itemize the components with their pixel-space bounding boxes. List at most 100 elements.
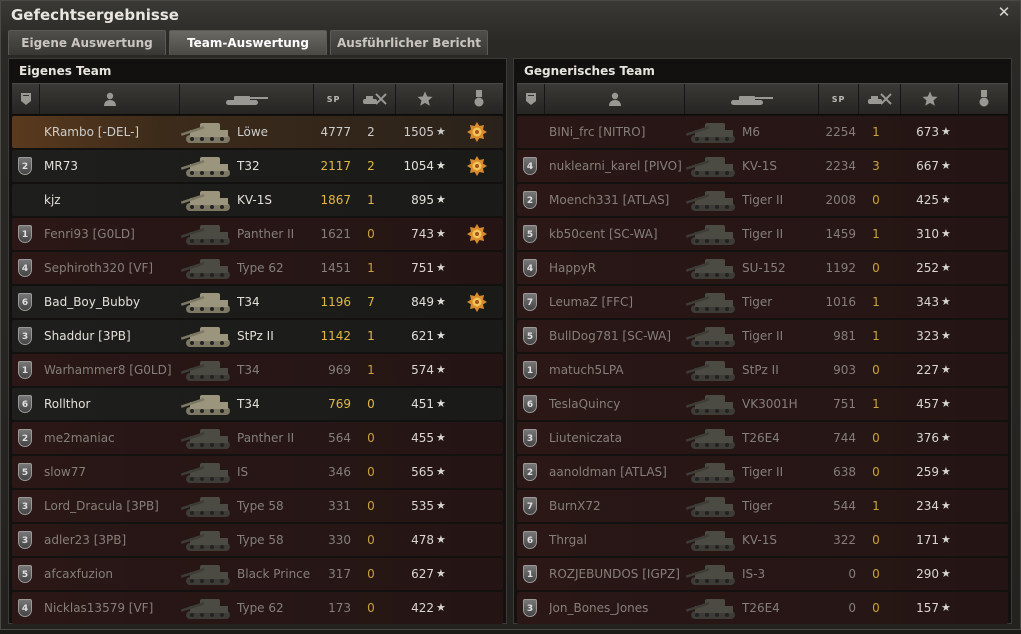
- damage-value: 234: [916, 499, 939, 513]
- squad-column-header[interactable]: [517, 84, 545, 114]
- star-icon: ★: [941, 193, 951, 206]
- squad-badge: 3: [18, 531, 32, 549]
- player-row[interactable]: 6 Thrgal KV-1S 322 0 171 ★: [517, 524, 1008, 556]
- tank-column-header[interactable]: [180, 84, 314, 114]
- player-row[interactable]: BINi_frc [NITRO] M6 2254 1 673 ★: [517, 116, 1008, 148]
- player-row[interactable]: 3 adler23 [3PB] Type 58 330 0 478 ★: [12, 524, 503, 556]
- player-row[interactable]: 3 Shaddur [3PB] StPz II 1142 1 621 ★: [12, 320, 503, 352]
- player-name: aanoldman [ATLAS]: [549, 465, 667, 479]
- star-icon: ★: [436, 601, 446, 614]
- player-row[interactable]: 2 MR73 T32 2117 2 1054 ★: [12, 150, 503, 182]
- player-row[interactable]: 3 Jon_Bones_Jones T26E4 0 0 157 ★: [517, 592, 1008, 624]
- player-row[interactable]: kjz KV-1S 1867 1 895 ★: [12, 184, 503, 216]
- star-icon: ★: [941, 329, 951, 342]
- player-row[interactable]: 6 TeslaQuincy VK3001H 751 1 457 ★: [517, 388, 1008, 420]
- squad-badge: 5: [523, 327, 537, 345]
- squad-badge: 2: [523, 191, 537, 209]
- experience-value: 981: [833, 329, 856, 343]
- player-row[interactable]: 6 Bad_Boy_Bubby T34 1196 7 849 ★: [12, 286, 503, 318]
- player-row[interactable]: KRambo [-DEL-] Löwe 4777 2 1505 ★: [12, 116, 503, 148]
- kills-value: 1: [872, 397, 880, 411]
- player-row[interactable]: 1 Fenri93 [G0LD] Panther II 1621 0 743 ★: [12, 218, 503, 250]
- kills-value: 0: [367, 533, 375, 547]
- kills-value: 0: [872, 601, 880, 615]
- tank-icon: [685, 594, 747, 622]
- player-row[interactable]: 6 Rollthor T34 769 0 451 ★: [12, 388, 503, 420]
- tank-icon: [685, 118, 747, 146]
- player-row[interactable]: 4 Sephiroth320 [VF] Type 62 1451 1 751 ★: [12, 252, 503, 284]
- player-name: kjz: [44, 193, 61, 207]
- star-icon: ★: [941, 295, 951, 308]
- tank-icon: [685, 424, 747, 452]
- star-icon: ★: [436, 227, 446, 240]
- tank-icon: [729, 92, 775, 106]
- damage-value: 478: [411, 533, 434, 547]
- player-row[interactable]: 3 Lord_Dracula [3PB] Type 58 331 0 535 ★: [12, 490, 503, 522]
- player-row[interactable]: 5 afcaxfuzion Black Prince 317 0 627 ★: [12, 558, 503, 590]
- player-row[interactable]: 4 nuklearni_karel [PIVO] KV-1S 2234 3 667 ★: [517, 150, 1008, 182]
- damage-value: 451: [411, 397, 434, 411]
- player-row[interactable]: 7 LeumaZ [FFC] Tiger 1016 1 343 ★: [517, 286, 1008, 318]
- tank-icon: [685, 390, 747, 418]
- player-row[interactable]: 3 Liuteniczata T26E4 744 0 376 ★: [517, 422, 1008, 454]
- kills-value: 1: [367, 193, 375, 207]
- damage-value: 259: [916, 465, 939, 479]
- tank-icon: [685, 492, 747, 520]
- damage-value: 323: [916, 329, 939, 343]
- close-icon[interactable]: ✕: [996, 4, 1012, 20]
- tank-icon: [180, 254, 242, 282]
- player-row[interactable]: 2 me2maniac Panther II 564 0 455 ★: [12, 422, 503, 454]
- kills-value: 0: [367, 431, 375, 445]
- kills-value: 1: [367, 363, 375, 377]
- tank-icon: [180, 526, 242, 554]
- tank-icon: [180, 288, 242, 316]
- star-icon: [417, 91, 433, 107]
- player-row[interactable]: 4 Nicklas13579 [VF] Type 62 173 0 422 ★: [12, 592, 503, 624]
- player-row[interactable]: 2 aanoldman [ATLAS] Tiger II 638 0 259 ★: [517, 456, 1008, 488]
- shield-icon: [20, 92, 32, 106]
- player-name: Nicklas13579 [VF]: [44, 601, 154, 615]
- tank-column-header[interactable]: [685, 84, 819, 114]
- tank-icon: [180, 186, 242, 214]
- player-row[interactable]: 5 kb50cent [SC-WA] Tiger II 1459 1 310 ★: [517, 218, 1008, 250]
- damage-value: 422: [411, 601, 434, 615]
- medal-column-header[interactable]: [454, 84, 503, 114]
- experience-column-header[interactable]: SP: [314, 84, 354, 114]
- medal-icon: [467, 292, 487, 312]
- player-name: me2maniac: [44, 431, 115, 445]
- experience-column-header[interactable]: SP: [819, 84, 859, 114]
- player-row[interactable]: 2 Moench331 [ATLAS] Tiger II 2008 0 425 ★: [517, 184, 1008, 216]
- player-name: KRambo [-DEL-]: [44, 125, 140, 139]
- squad-badge: 3: [18, 497, 32, 515]
- player-row[interactable]: 4 HappyR SU-152 1192 0 252 ★: [517, 252, 1008, 284]
- damage-column-header[interactable]: [396, 84, 454, 114]
- player-column-header[interactable]: [40, 84, 180, 114]
- tab-eigene-auswertung[interactable]: Eigene Auswertung: [8, 30, 166, 55]
- tab-team-auswertung[interactable]: Team-Auswertung: [169, 30, 327, 55]
- squad-badge: 6: [18, 395, 32, 413]
- kills-column-header[interactable]: [354, 84, 396, 114]
- tab-ausfuehrlicher-bericht[interactable]: Ausführlicher Bericht: [330, 30, 488, 55]
- squad-badge: 1: [523, 565, 537, 583]
- kills-value: 0: [367, 397, 375, 411]
- experience-value: 2117: [320, 159, 351, 173]
- player-row[interactable]: 1 ROZJEBUNDOS [IGPZ] IS-3 0 0 290 ★: [517, 558, 1008, 590]
- kills-value: 3: [872, 159, 880, 173]
- player-name: LeumaZ [FFC]: [549, 295, 634, 309]
- medal-column-header[interactable]: [959, 84, 1008, 114]
- squad-badge: 4: [18, 259, 32, 277]
- player-row[interactable]: 5 slow77 IS 346 0 565 ★: [12, 456, 503, 488]
- player-row[interactable]: 1 matuch5LPA StPz II 903 0 227 ★: [517, 354, 1008, 386]
- player-column-header[interactable]: [545, 84, 685, 114]
- kills-value: 0: [872, 363, 880, 377]
- player-row[interactable]: 7 BurnX72 Tiger 544 1 234 ★: [517, 490, 1008, 522]
- damage-column-header[interactable]: [901, 84, 959, 114]
- player-row[interactable]: 1 Warhammer8 [G0LD] T34 969 1 574 ★: [12, 354, 503, 386]
- kills-column-header[interactable]: [859, 84, 901, 114]
- squad-column-header[interactable]: [12, 84, 40, 114]
- player-row[interactable]: 5 BullDog781 [SC-WA] Tiger II 981 1 323 ★: [517, 320, 1008, 352]
- kills-value: 7: [367, 295, 375, 309]
- star-icon: ★: [941, 227, 951, 240]
- damage-value: 457: [916, 397, 939, 411]
- player-name: Moench331 [ATLAS]: [549, 193, 670, 207]
